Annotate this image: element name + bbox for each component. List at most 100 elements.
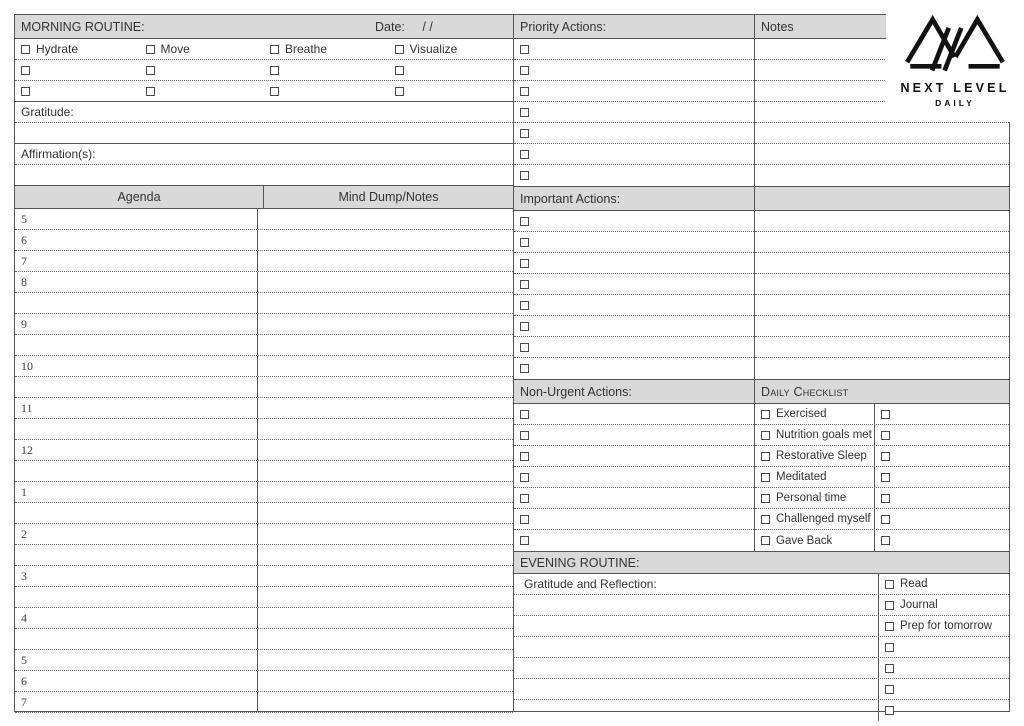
habit-checkbox[interactable] (270, 44, 279, 54)
affirmation-label-row[interactable]: Affirmation(s): (15, 144, 513, 165)
mind-dump-cell[interactable] (258, 440, 513, 460)
habit-checkbox[interactable] (145, 65, 155, 75)
agenda-hour-cell[interactable]: 5 (15, 650, 258, 670)
agenda-hour-cell[interactable]: 6 (15, 230, 258, 250)
daily-checklist-item[interactable]: Exercised (755, 404, 875, 424)
daily-checklist-extra-cell[interactable] (875, 530, 1009, 551)
notes-line[interactable] (755, 274, 1009, 295)
mind-dump-cell[interactable] (258, 692, 513, 712)
notes-line[interactable] (755, 253, 1009, 274)
nonurgent-action-checkbox[interactable] (520, 472, 529, 482)
nonurgent-action-row[interactable] (514, 509, 754, 530)
priority-action-row[interactable] (514, 39, 754, 60)
mind-dump-cell[interactable] (258, 545, 513, 565)
morning-habit-cell[interactable]: Hydrate (15, 42, 140, 56)
important-action-checkbox[interactable] (520, 342, 529, 352)
priority-action-row[interactable] (514, 102, 754, 123)
mind-dump-cell[interactable] (258, 461, 513, 481)
agenda-blank-cell[interactable] (15, 587, 258, 607)
mind-dump-cell[interactable] (258, 398, 513, 418)
daily-checklist-checkbox[interactable] (761, 430, 770, 440)
evening-reflection-line[interactable] (514, 658, 879, 678)
habit-checkbox[interactable] (145, 86, 155, 96)
mind-dump-cell[interactable] (258, 251, 513, 271)
important-action-checkbox[interactable] (520, 300, 529, 310)
evening-reflection-line[interactable] (514, 700, 879, 721)
daily-checklist-checkbox[interactable] (761, 472, 770, 482)
agenda-hour-cell[interactable]: 8 (15, 272, 258, 292)
daily-checklist-extra-cell[interactable] (875, 446, 1009, 466)
affirmation-write-row[interactable] (15, 165, 513, 186)
priority-action-checkbox[interactable] (520, 86, 529, 96)
morning-habit-cell[interactable] (264, 65, 389, 75)
habit-checkbox[interactable] (21, 86, 30, 96)
evening-checklist-checkbox[interactable] (885, 579, 894, 589)
mind-dump-cell[interactable] (258, 293, 513, 313)
mind-dump-cell[interactable] (258, 629, 513, 649)
evening-checklist-checkbox[interactable] (885, 706, 894, 715)
important-action-checkbox[interactable] (520, 321, 529, 331)
mind-dump-cell[interactable] (258, 650, 513, 670)
agenda-hour-cell[interactable]: 12 (15, 440, 258, 460)
priority-action-checkbox[interactable] (520, 44, 529, 54)
morning-habit-cell[interactable]: Move (140, 42, 265, 56)
daily-checklist-item[interactable]: Gave Back (755, 530, 875, 551)
agenda-hour-cell[interactable]: 4 (15, 608, 258, 628)
important-action-checkbox[interactable] (520, 237, 529, 247)
daily-checklist-extra-checkbox[interactable] (881, 430, 890, 440)
evening-checklist-item[interactable]: Journal (879, 595, 1009, 615)
important-action-checkbox[interactable] (520, 258, 529, 268)
agenda-hour-cell[interactable]: 6 (15, 671, 258, 691)
nonurgent-action-row[interactable] (514, 488, 754, 509)
nonurgent-action-checkbox[interactable] (520, 451, 529, 461)
evening-reflection-line[interactable]: Gratitude and Reflection: (514, 574, 879, 594)
notes-line[interactable] (755, 295, 1009, 316)
daily-checklist-extra-checkbox[interactable] (881, 536, 890, 545)
important-action-row[interactable] (514, 337, 754, 358)
habit-checkbox[interactable] (394, 44, 404, 54)
habit-checkbox[interactable] (270, 65, 279, 75)
evening-checklist-item[interactable]: Prep for tomorrow (879, 616, 1009, 636)
priority-action-checkbox[interactable] (520, 65, 529, 75)
mind-dump-cell[interactable] (258, 524, 513, 544)
daily-checklist-checkbox[interactable] (761, 536, 770, 545)
daily-checklist-checkbox[interactable] (761, 409, 770, 419)
agenda-blank-cell[interactable] (15, 293, 258, 313)
notes-line[interactable] (755, 123, 1009, 144)
nonurgent-action-row[interactable] (514, 425, 754, 446)
priority-action-checkbox[interactable] (520, 171, 529, 180)
morning-habit-cell[interactable] (264, 86, 389, 96)
mind-dump-cell[interactable] (258, 377, 513, 397)
daily-checklist-extra-checkbox[interactable] (881, 514, 890, 524)
important-action-row[interactable] (514, 358, 754, 379)
agenda-blank-cell[interactable] (15, 419, 258, 439)
nonurgent-action-checkbox[interactable] (520, 536, 529, 545)
important-action-row[interactable] (514, 253, 754, 274)
evening-checklist-checkbox[interactable] (885, 621, 894, 631)
important-action-checkbox[interactable] (520, 216, 529, 226)
evening-checklist-item[interactable]: Read (879, 574, 1009, 594)
notes-line[interactable] (755, 358, 1009, 379)
morning-habit-cell[interactable] (389, 65, 514, 75)
morning-habit-cell[interactable] (389, 86, 514, 96)
agenda-hour-cell[interactable]: 11 (15, 398, 258, 418)
agenda-hour-cell[interactable]: 2 (15, 524, 258, 544)
priority-action-row[interactable] (514, 60, 754, 81)
evening-checklist-checkbox[interactable] (885, 684, 894, 694)
evening-reflection-line[interactable] (514, 595, 879, 615)
priority-action-checkbox[interactable] (520, 107, 529, 117)
habit-checkbox[interactable] (21, 65, 30, 75)
nonurgent-action-row[interactable] (514, 446, 754, 467)
evening-checklist-item[interactable] (879, 658, 1009, 678)
daily-checklist-item[interactable]: Nutrition goals met (755, 425, 875, 445)
nonurgent-action-row[interactable] (514, 404, 754, 425)
gratitude-label-row[interactable]: Gratitude: (15, 102, 513, 123)
mind-dump-cell[interactable] (258, 356, 513, 376)
priority-action-row[interactable] (514, 81, 754, 102)
gratitude-write-row[interactable] (15, 123, 513, 144)
daily-checklist-extra-cell[interactable] (875, 404, 1009, 424)
important-action-row[interactable] (514, 316, 754, 337)
morning-habit-cell[interactable] (140, 65, 265, 75)
agenda-blank-cell[interactable] (15, 503, 258, 523)
important-action-row[interactable] (514, 211, 754, 232)
